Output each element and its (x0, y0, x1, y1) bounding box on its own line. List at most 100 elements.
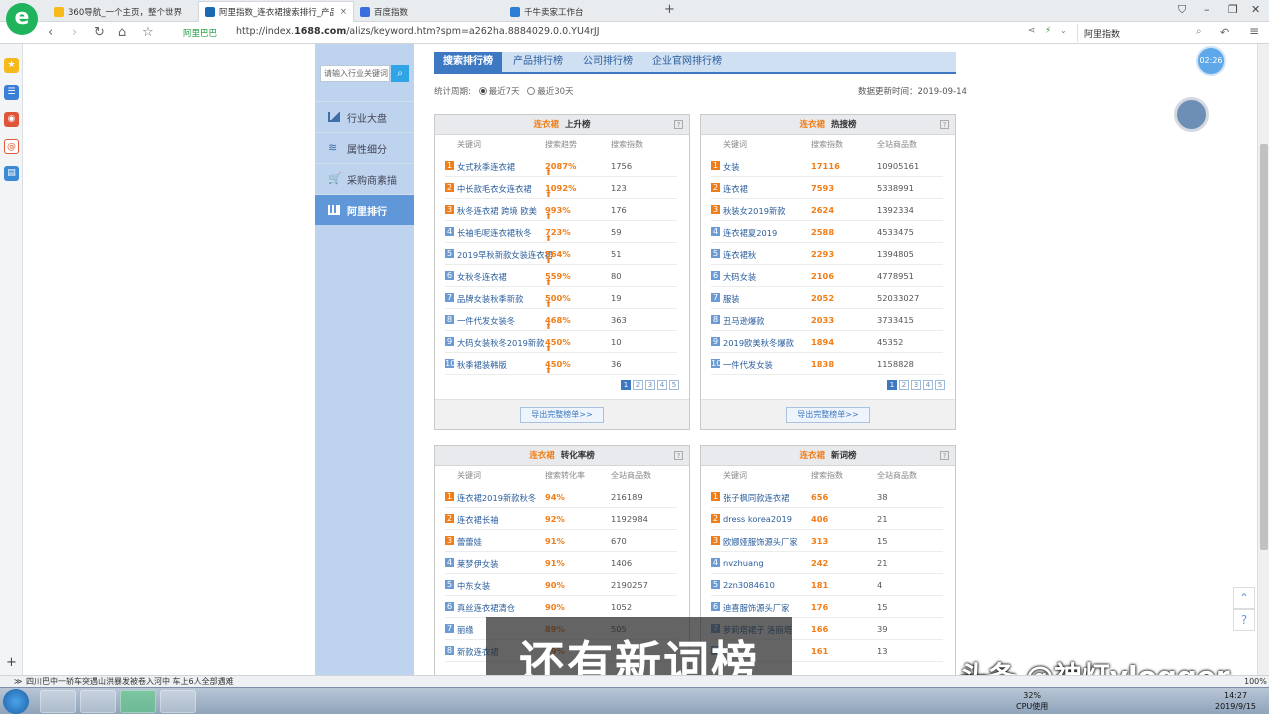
timer-badge[interactable]: 02:26 (1196, 46, 1226, 76)
menu-icon[interactable]: ≡ (1249, 24, 1259, 38)
page-button[interactable]: 5 (669, 380, 679, 390)
page-button[interactable]: 4 (923, 380, 933, 390)
home-icon[interactable]: ⌂ (118, 25, 126, 40)
url-field[interactable]: http://index.1688.com/alizs/keyword.htm?… (236, 26, 600, 37)
lightning-icon[interactable]: ⚡ (1045, 26, 1051, 36)
keyword-link[interactable]: dress korea2019 (723, 514, 792, 524)
keyword-link[interactable]: 秋冬连衣裙 跨境 欧美 (457, 205, 537, 217)
sidebar-item-buyer-profile[interactable]: 🛒 采购商素描 (315, 163, 414, 194)
start-button-icon[interactable] (3, 689, 29, 714)
minimize-icon[interactable]: – (1204, 3, 1210, 16)
keyword-link[interactable]: 连衣裙秋 (723, 249, 756, 261)
add-sidebar-icon[interactable]: + (6, 655, 17, 670)
page-button[interactable]: 3 (645, 380, 655, 390)
zoom-level[interactable]: 100% (1244, 676, 1267, 687)
keyword-link[interactable]: nvzhuang (723, 558, 764, 568)
keyword-link[interactable]: 2019早秋新款女装连衣裙 (457, 249, 553, 261)
weibo-icon[interactable]: ◉ (4, 112, 19, 127)
clock[interactable]: 14:27 2019/9/15 (1215, 690, 1256, 712)
keyword-link[interactable]: 一件代发女装冬 (457, 315, 515, 327)
keyword-link[interactable]: 真丝连衣裙清仓 (457, 602, 515, 614)
taskbar-app-icon[interactable] (40, 690, 76, 713)
search-icon[interactable]: ⌕ (391, 65, 409, 82)
keyword-link[interactable]: 秋装女2019新款 (723, 205, 786, 217)
search-icon[interactable]: ⌕ (1196, 26, 1202, 37)
radio-7days[interactable] (478, 87, 487, 95)
sidebar-item-industry[interactable]: 行业大盘 (315, 101, 414, 132)
star-favorites-icon[interactable]: ★ (4, 58, 19, 73)
refresh-icon[interactable]: ↻ (94, 25, 105, 40)
export-full-list-button[interactable]: 导出完整榜单>> (520, 407, 604, 423)
keyword-link[interactable]: 2zn3084610 (723, 580, 775, 590)
help-button[interactable]: ? (1233, 609, 1255, 631)
keyword-link[interactable]: 连衣裙夏2019 (723, 227, 777, 239)
page-button[interactable]: 1 (887, 380, 897, 390)
keyword-link[interactable]: 女秋冬连衣裙 (457, 271, 507, 283)
page-button[interactable]: 2 (899, 380, 909, 390)
help-icon[interactable]: ? (940, 451, 949, 460)
radio-30days-label[interactable]: 最近30天 (537, 87, 573, 97)
keyword-link[interactable]: 秋季裙装韩版 (457, 359, 507, 371)
keyword-link[interactable]: 迪喜服饰源头厂家 (723, 602, 789, 614)
page-button[interactable]: 5 (935, 380, 945, 390)
keyword-link[interactable]: 连衣裙2019新款秋冬 (457, 492, 536, 504)
keyword-link[interactable]: 中长款毛衣女连衣裙 (457, 183, 532, 195)
radio-30days[interactable] (527, 87, 536, 95)
close-window-icon[interactable]: ✕ (1251, 3, 1260, 16)
keyword-link[interactable]: 服装 (723, 293, 740, 305)
page-button[interactable]: 4 (657, 380, 667, 390)
tab-company-ranking[interactable]: 公司排行榜 (574, 52, 642, 72)
keyword-link[interactable]: 大码女装秋冬2019新款 (457, 337, 545, 349)
tab-360-nav[interactable]: 360导航_一个主页，整个世界 (48, 1, 198, 22)
sidebar-item-attributes[interactable]: ≋ 属性细分 (315, 132, 414, 163)
help-icon[interactable]: ? (940, 120, 949, 129)
keyword-link[interactable]: 一件代发女装 (723, 359, 773, 371)
taskbar-folder-icon[interactable] (80, 690, 116, 713)
keyword-link[interactable]: 丽缘 (457, 624, 474, 636)
keyword-link[interactable]: 2019欧美秋冬爆款 (723, 337, 794, 349)
keyword-link[interactable]: 品牌女装秋季新款 (457, 293, 523, 305)
forward-icon[interactable]: › (72, 25, 77, 40)
page-scrollbar[interactable] (1257, 44, 1269, 675)
keyword-link[interactable]: 蕾蕾娃 (457, 536, 482, 548)
industry-search-input[interactable]: 请输入行业关键词 (320, 65, 390, 82)
news-ticker[interactable]: 四川巴中一轿车突遇山洪暴发被卷入河中 车上6人全部遇难 (26, 676, 234, 687)
tab-search-ranking[interactable]: 搜索排行榜 (434, 52, 502, 72)
keyword-link[interactable]: 连衣裙 (723, 183, 748, 195)
keyword-link[interactable]: 长袖毛呢连衣裙秋冬 (457, 227, 532, 239)
notes-icon[interactable]: ☰ (4, 85, 19, 100)
keyword-link[interactable]: 连衣裙长袖 (457, 514, 499, 526)
keyword-link[interactable]: 中东女装 (457, 580, 490, 592)
keyword-link[interactable]: 女装 (723, 161, 740, 173)
scrollbar-thumb[interactable] (1260, 144, 1268, 550)
back-to-top-button[interactable]: ⌃ (1233, 587, 1255, 609)
page-button[interactable]: 1 (621, 380, 631, 390)
help-icon[interactable]: ? (674, 451, 683, 460)
share-icon[interactable]: ⋖ (1028, 26, 1036, 36)
taskbar-wechat-icon[interactable] (160, 690, 196, 713)
sidebar-item-ranking[interactable]: 阿里排行 (315, 194, 414, 225)
favorite-star-icon[interactable]: ☆ (142, 25, 154, 40)
avatar[interactable] (1174, 97, 1209, 132)
undo-icon[interactable]: ↶ (1220, 26, 1229, 39)
keyword-link[interactable]: 女式秋季连衣裙 (457, 161, 515, 173)
document-icon[interactable]: ▤ (4, 166, 19, 181)
tab-product-ranking[interactable]: 产品排行榜 (504, 52, 572, 72)
page-button[interactable]: 2 (633, 380, 643, 390)
keyword-link[interactable]: 大码女装 (723, 271, 756, 283)
new-tab-button[interactable]: + (664, 2, 675, 17)
keyword-link[interactable]: 欧娜娅服饰源头厂家 (723, 536, 798, 548)
maximize-icon[interactable]: ❐ (1228, 3, 1238, 16)
shirt-skin-icon[interactable]: ⛉ (1178, 3, 1186, 17)
help-icon[interactable]: ? (674, 120, 683, 129)
tab-close-icon[interactable]: × (334, 7, 347, 17)
tab-website-ranking[interactable]: 企业官网排行榜 (643, 52, 731, 72)
keyword-link[interactable]: 张子枫同款连衣裙 (723, 492, 789, 504)
news-chevron-icon[interactable]: ≫ (14, 676, 22, 687)
radio-7days-label[interactable]: 最近7天 (489, 87, 520, 97)
keyword-link[interactable]: 丑马逊爆款 (723, 315, 765, 327)
email-icon[interactable]: @ (4, 139, 19, 154)
taskbar-360-browser-icon[interactable] (120, 690, 156, 713)
export-full-list-button[interactable]: 导出完整榜单>> (786, 407, 870, 423)
page-button[interactable]: 3 (911, 380, 921, 390)
